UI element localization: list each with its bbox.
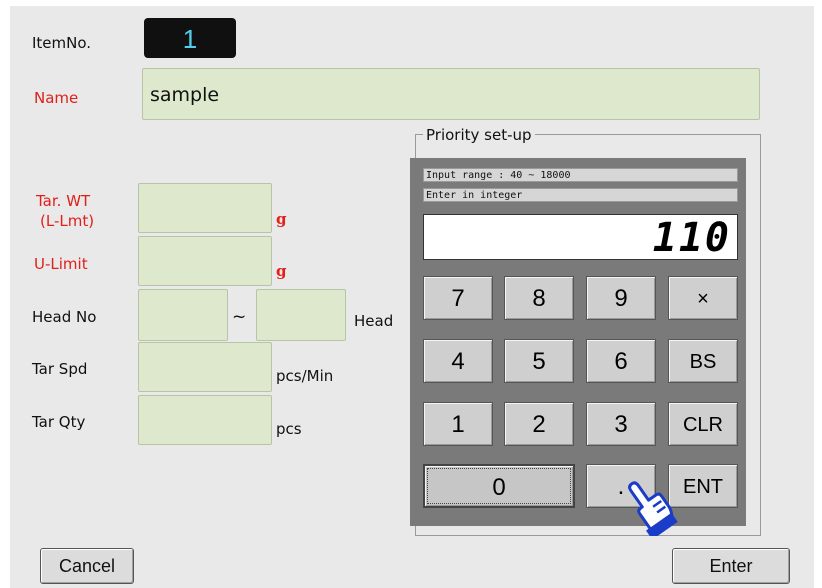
tar-wt-field[interactable] <box>138 183 272 233</box>
key-6[interactable]: 6 <box>586 339 656 383</box>
u-limit-label: U-Limit <box>34 255 88 273</box>
hand-pointer-icon <box>628 481 678 536</box>
tar-wt-unit: g <box>276 210 287 228</box>
u-limit-field[interactable] <box>138 236 272 286</box>
enter-button[interactable]: Enter <box>672 548 790 584</box>
head-no-unit: Head <box>354 312 394 330</box>
tar-spd-field[interactable] <box>138 342 272 392</box>
tar-wt-label: Tar. WT <box>36 192 91 210</box>
key-3[interactable]: 3 <box>586 402 656 446</box>
key-4[interactable]: 4 <box>423 339 493 383</box>
key-7[interactable]: 7 <box>423 276 493 320</box>
tar-qty-unit: pcs <box>276 420 302 438</box>
key-8[interactable]: 8 <box>504 276 574 320</box>
cancel-button[interactable]: Cancel <box>40 548 134 584</box>
name-value: sample <box>150 84 220 106</box>
tar-qty-label: Tar Qty <box>32 413 86 431</box>
input-range-text: Input range : 40 ~ 18000 <box>423 168 738 182</box>
key-9[interactable]: 9 <box>586 276 656 320</box>
item-no-value[interactable]: 1 <box>144 18 236 58</box>
key-backspace[interactable]: BS <box>668 339 738 383</box>
key-0[interactable]: 0 <box>423 464 575 508</box>
tar-qty-field[interactable] <box>138 395 272 445</box>
u-limit-unit: g <box>276 262 287 280</box>
key-1[interactable]: 1 <box>423 402 493 446</box>
tar-wt-sublabel: (L-Lmt) <box>40 212 95 230</box>
key-2[interactable]: 2 <box>504 402 574 446</box>
input-hint-text: Enter in integer <box>423 188 738 202</box>
display-value: 110 <box>652 215 731 261</box>
name-label: Name <box>34 89 79 107</box>
tar-spd-unit: pcs/Min <box>276 367 334 385</box>
tar-spd-label: Tar Spd <box>32 360 88 378</box>
head-no-from-field[interactable] <box>138 289 228 341</box>
value-display: 110 <box>423 214 738 261</box>
item-no-label: ItemNo. <box>32 34 92 52</box>
priority-title: Priority set-up <box>423 126 535 144</box>
name-field[interactable] <box>142 68 760 120</box>
head-no-label: Head No <box>32 308 97 326</box>
key-5[interactable]: 5 <box>504 339 574 383</box>
head-no-to-field[interactable] <box>256 289 346 341</box>
key-clear[interactable]: CLR <box>668 402 738 446</box>
key-multiply[interactable]: × <box>668 276 738 320</box>
head-no-separator: ~ <box>232 307 247 327</box>
